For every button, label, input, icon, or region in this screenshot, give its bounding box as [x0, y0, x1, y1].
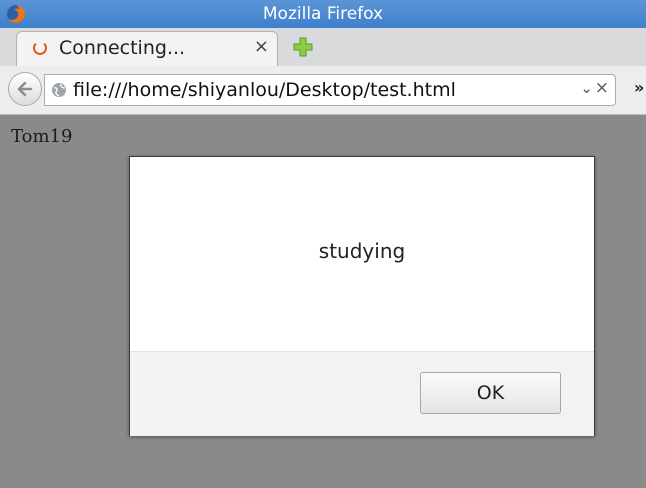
firefox-icon	[7, 5, 25, 23]
ok-button[interactable]: OK	[420, 372, 561, 414]
tab-close-icon[interactable]: ×	[254, 36, 269, 57]
tab-title: Connecting...	[59, 37, 186, 59]
loading-spinner-icon	[33, 41, 47, 55]
page-content: Tom19 studying OK	[0, 115, 646, 488]
url-bar[interactable]: ⌄ ×	[44, 74, 616, 106]
page-text: Tom19	[11, 126, 73, 147]
globe-icon	[52, 83, 66, 97]
alert-message: studying	[318, 239, 406, 263]
toolbar-overflow-icon[interactable]: »	[634, 78, 644, 97]
url-input[interactable]	[73, 77, 533, 103]
plus-icon[interactable]	[292, 36, 314, 58]
navigation-bar: ⌄ × »	[0, 66, 646, 115]
url-clear-icon[interactable]: ×	[595, 78, 609, 98]
window-title: Mozilla Firefox	[262, 4, 384, 24]
window-titlebar: Mozilla Firefox	[0, 0, 646, 28]
tab-active[interactable]: Connecting... ×	[16, 31, 278, 66]
url-dropdown-icon[interactable]: ⌄	[580, 79, 593, 97]
back-button[interactable]	[8, 72, 42, 106]
back-arrow-icon	[17, 81, 33, 97]
tab-strip: Connecting... ×	[0, 28, 646, 67]
alert-footer: OK	[130, 351, 594, 436]
alert-dialog: studying OK	[129, 156, 595, 436]
